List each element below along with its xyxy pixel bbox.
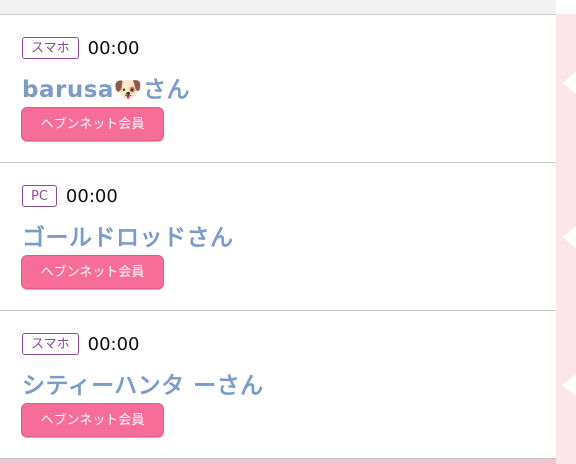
device-tag: スマホ xyxy=(22,37,79,59)
side-arrow-icon xyxy=(562,374,576,396)
visitor-card[interactable]: スマホ 00:00 シティーハンタ ーさん ヘブンネット会員 xyxy=(0,311,556,459)
visit-meta: PC 00:00 xyxy=(22,185,118,207)
visitor-list: スマホ 00:00 barusa🐶さん ヘブンネット会員 PC 00:00 ゴー… xyxy=(0,15,556,459)
member-badge-button[interactable]: ヘブンネット会員 xyxy=(21,403,164,437)
visitor-list-page: スマホ 00:00 barusa🐶さん ヘブンネット会員 PC 00:00 ゴー… xyxy=(0,0,576,464)
side-arrow-icon xyxy=(562,72,576,94)
side-arrow-icon xyxy=(562,226,576,248)
visitor-card[interactable]: PC 00:00 ゴールドロッドさん ヘブンネット会員 xyxy=(0,163,556,311)
visitor-name[interactable]: シティーハンタ ーさん xyxy=(22,366,264,400)
bottom-edge xyxy=(0,459,556,464)
device-tag: スマホ xyxy=(22,333,79,355)
side-strip xyxy=(556,14,576,464)
visitor-name[interactable]: barusa🐶さん xyxy=(22,70,190,104)
visitor-card[interactable]: スマホ 00:00 barusa🐶さん ヘブンネット会員 xyxy=(0,15,556,163)
visit-meta: スマホ 00:00 xyxy=(22,37,140,59)
top-band xyxy=(0,0,556,15)
visitor-name[interactable]: ゴールドロッドさん xyxy=(22,218,234,252)
visit-meta: スマホ 00:00 xyxy=(22,333,140,355)
visit-time: 00:00 xyxy=(87,333,140,355)
visit-time: 00:00 xyxy=(65,185,118,207)
device-tag: PC xyxy=(22,185,57,207)
member-badge-button[interactable]: ヘブンネット会員 xyxy=(21,107,164,141)
member-badge-button[interactable]: ヘブンネット会員 xyxy=(21,255,164,289)
visit-time: 00:00 xyxy=(87,37,140,59)
